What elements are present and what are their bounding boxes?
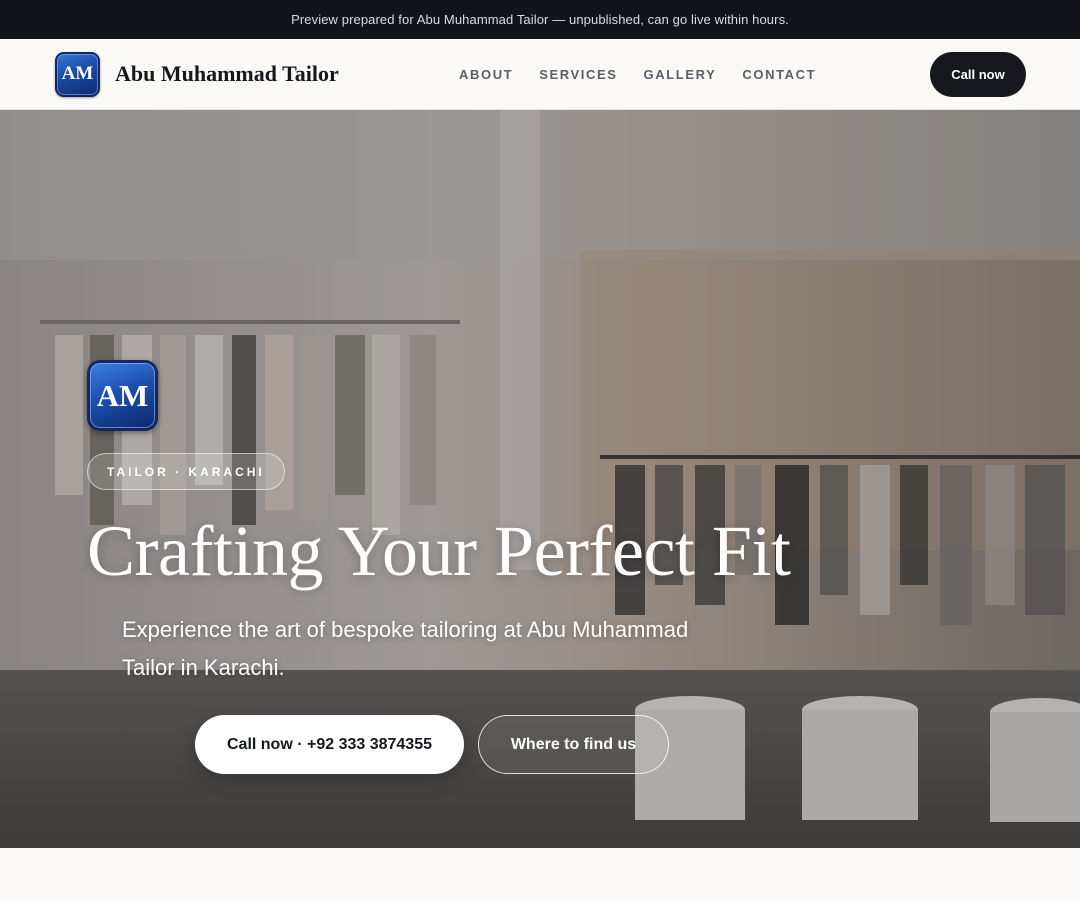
nav-link-gallery[interactable]: GALLERY [644,67,717,82]
logo-badge: AM [55,51,100,97]
brand[interactable]: AM Abu Muhammad Tailor [55,51,339,97]
hero-location-button[interactable]: Where to find us [478,715,669,774]
brand-name: Abu Muhammad Tailor [115,61,339,86]
hero-title: Crafting Your Perfect Fit [87,511,791,591]
site-header: AM Abu Muhammad Tailor ABOUT SERVICES GA… [0,39,1080,110]
main-nav: ABOUT SERVICES GALLERY CONTACT [459,39,816,109]
hero-call-button[interactable]: Call now · +92 333 3874355 [195,715,464,774]
hero-section: AM TAILOR · KARACHI Crafting Your Perfec… [0,110,1080,848]
header-call-now-button[interactable]: Call now [930,51,1026,97]
nav-link-about[interactable]: ABOUT [459,67,513,82]
preview-banner-text: Preview prepared for Abu Muhammad Tailor… [291,12,789,27]
nav-link-contact[interactable]: CONTACT [742,67,816,82]
hero-actions: Call now · +92 333 3874355 Where to find… [195,715,669,774]
preview-banner: Preview prepared for Abu Muhammad Tailor… [0,0,1080,39]
nav-link-services[interactable]: SERVICES [539,67,617,82]
logo-text: AM [61,63,94,84]
hero-tag-badge: TAILOR · KARACHI [87,453,285,490]
hero-content: AM TAILOR · KARACHI Crafting Your Perfec… [87,360,791,687]
next-section [0,848,1080,900]
hero-logo-badge: AM [87,360,158,431]
hero-logo-text: AM [96,377,149,413]
hero-subtitle: Experience the art of bespoke tailoring … [122,617,689,680]
